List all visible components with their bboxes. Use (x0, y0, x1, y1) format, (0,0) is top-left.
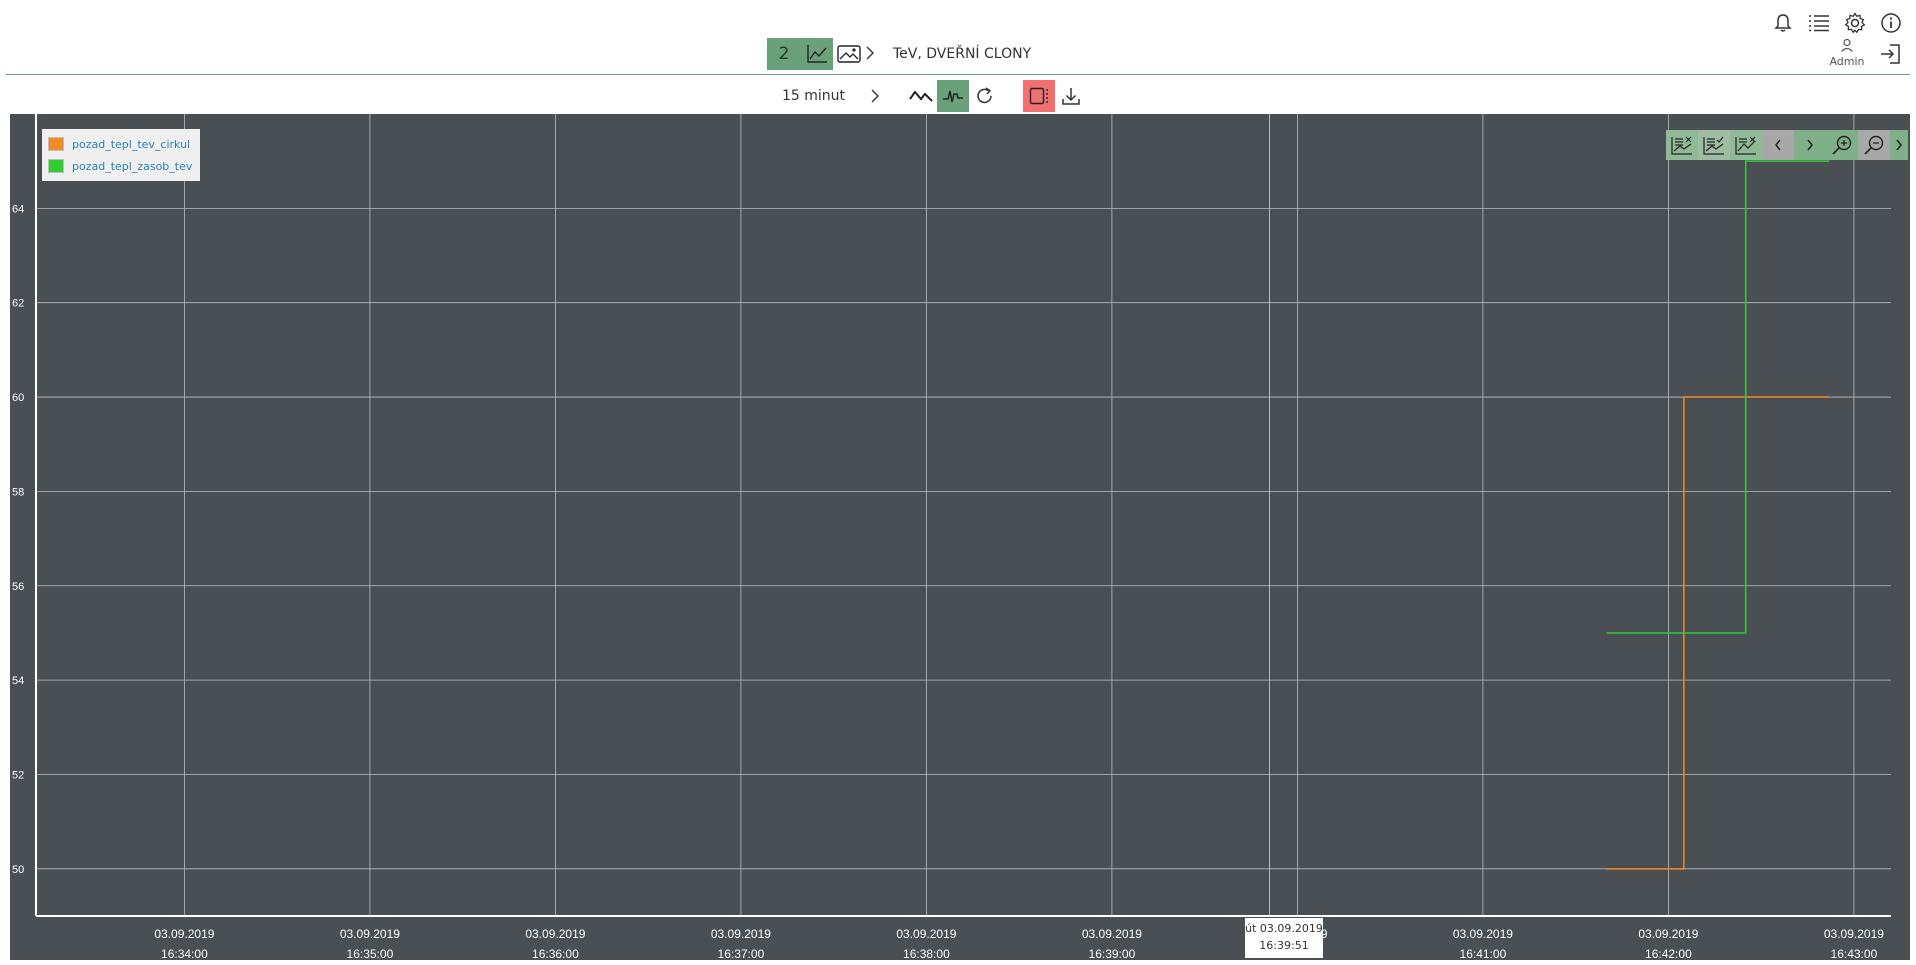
x-tick-date-label: 03.09.2019 (340, 927, 400, 941)
legend-swatch (48, 159, 64, 173)
line-mode-button[interactable] (905, 80, 937, 112)
gear-icon[interactable] (1842, 10, 1868, 36)
image-icon (837, 45, 861, 63)
x-tick-date-label: 03.09.2019 (154, 927, 214, 941)
refresh-button[interactable] (969, 80, 1001, 112)
y-tick-label: 54 (12, 675, 24, 687)
user-menu[interactable]: Admin (1824, 38, 1870, 68)
tooltip-date: út 03.09.2019 (1245, 922, 1323, 935)
list-icon[interactable] (1806, 10, 1832, 36)
logout-icon[interactable] (1878, 42, 1904, 68)
chart-tools (1666, 130, 1908, 160)
scroll-left-button[interactable] (1762, 130, 1794, 160)
bell-icon[interactable] (1770, 10, 1796, 36)
line-chart-icon (807, 45, 827, 63)
download-button[interactable] (1055, 80, 1087, 112)
cursor-tooltip: út 03.09.2019 16:39:51 (1245, 918, 1323, 958)
tooltip-time: 16:39:51 (1259, 939, 1309, 952)
period-selector[interactable]: 15 minut (782, 88, 845, 104)
x-tick-date-label: 03.09.2019 (896, 927, 956, 941)
y-tick-label: 62 (12, 298, 24, 310)
view-switcher: 2 TeV, DVEŘNÍ CLONY (767, 38, 1031, 70)
x-tick-time-label: 16:39:00 (1089, 947, 1136, 960)
chevron-right-icon (1896, 139, 1902, 151)
x-tick-date-label: 03.09.2019 (1453, 927, 1513, 941)
download-icon (1062, 88, 1080, 105)
zoom-in-button[interactable] (1826, 130, 1858, 160)
x-tick-date-label: 03.09.2019 (711, 927, 771, 941)
legend-item-cirkul[interactable]: pozad_tepl_tev_cirkul (48, 133, 192, 155)
x-tick-date-label: 03.09.2019 (1824, 927, 1884, 941)
x-tick-time-label: 16:37:00 (718, 947, 765, 960)
select-frame-icon (1029, 87, 1048, 105)
chart-toolbar: 15 minut (782, 80, 1087, 112)
line-chart-view-button[interactable] (801, 38, 833, 70)
x-tick-time-label: 16:38:00 (903, 947, 950, 960)
scroll-right-button[interactable] (1794, 130, 1826, 160)
refresh-icon (977, 87, 992, 104)
x-tick-time-label: 16:43:00 (1831, 947, 1878, 960)
legend-label: pozad_tepl_tev_cirkul (72, 137, 191, 151)
zoom-out-button[interactable] (1858, 130, 1890, 160)
legend-item-zasob[interactable]: pozad_tepl_zasob_tev (48, 155, 192, 177)
chart-legend: pozad_tepl_tev_cirkul pozad_tepl_zasob_t… (42, 129, 201, 181)
page-title: TeV, DVEŘNÍ CLONY (893, 46, 1032, 62)
step-mode-button[interactable] (937, 80, 970, 112)
user-name: Admin (1829, 55, 1865, 68)
y-tick-label: 50 (12, 864, 24, 876)
y-tick-label: 58 (12, 486, 24, 498)
chart-clear-icon (1735, 136, 1756, 155)
x-tick-time-label: 16:36:00 (532, 947, 579, 960)
y-tick-label: 64 (12, 203, 24, 215)
chart-list-check-icon (1703, 136, 1724, 155)
x-tick-date-label: 03.09.2019 (1638, 927, 1698, 941)
y-tick-label: 60 (12, 392, 24, 404)
legend-label: pozad_tepl_zasob_tev (72, 159, 193, 173)
hide-series-button[interactable] (1666, 130, 1698, 160)
header-divider (6, 74, 1910, 75)
period-next-button[interactable] (859, 80, 891, 112)
select-area-button[interactable] (1023, 80, 1056, 112)
step-line-icon (943, 90, 964, 103)
zoom-in-icon (1832, 135, 1852, 155)
x-tick-time-label: 16:35:00 (347, 947, 394, 960)
chevron-right-icon (1807, 139, 1813, 151)
chart-plot[interactable]: 50 52 54 56 58 60 62 64 03.09.2019 16:34:00 03.09.… (10, 114, 1910, 960)
breadcrumb-chevron-icon (865, 45, 877, 64)
info-icon[interactable] (1878, 10, 1904, 36)
chart-area[interactable]: 50 52 54 56 58 60 62 64 03.09.2019 16:34:00 03.09.… (10, 114, 1910, 960)
y-tick-label: 56 (12, 581, 24, 593)
zigzag-line-icon (909, 90, 933, 102)
tools-expand-button[interactable] (1890, 130, 1908, 160)
top-bar: Admin 2 TeV, DVEŘNÍ CLONY (0, 0, 1916, 76)
chart-list-x-icon (1671, 136, 1692, 155)
chart-count-badge[interactable]: 2 (767, 38, 801, 70)
image-view-button[interactable] (833, 38, 865, 70)
x-tick-time-label: 16:41:00 (1460, 947, 1507, 960)
legend-swatch (48, 137, 64, 151)
chevron-left-icon (1775, 139, 1781, 151)
x-tick-time-label: 16:42:00 (1645, 947, 1692, 960)
user-icon (1841, 38, 1853, 52)
top-icons (1770, 10, 1904, 36)
chevron-right-icon (871, 89, 880, 103)
zoom-out-icon (1864, 135, 1884, 155)
x-tick-date-label: 03.09.2019 (525, 927, 585, 941)
x-tick-date-label: 03.09.2019 (1082, 927, 1142, 941)
show-series-button[interactable] (1698, 130, 1730, 160)
clear-chart-button[interactable] (1730, 130, 1762, 160)
x-tick-time-label: 16:34:00 (161, 947, 208, 960)
y-tick-label: 52 (12, 769, 24, 781)
